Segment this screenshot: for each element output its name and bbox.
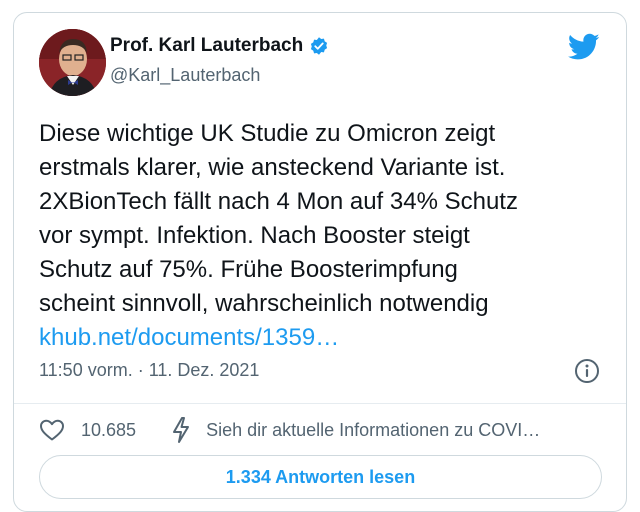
tweet-line: Schutz auf 75%. Frühe Boosterimpfung [39, 256, 458, 283]
tweet-text: Diese wichtige UK Studie zu Omicron zeig… [39, 117, 614, 355]
tweet-link[interactable]: khub.net/documents/1359… [39, 324, 339, 351]
divider [14, 403, 626, 404]
tweet-line: vor sympt. Infektion. Nach Booster steig… [39, 222, 470, 249]
tweet-card: Prof. Karl Lauterbach @Karl_Lauterbach D… [13, 12, 627, 512]
tweet-line: 2XBionTech fällt nach 4 Mon auf 34% Schu… [39, 188, 518, 215]
tweet-line: Diese wichtige UK Studie zu Omicron zeig… [39, 120, 496, 147]
heart-icon[interactable] [39, 418, 65, 442]
tweet-line: erstmals klarer, wie ansteckend Variante… [39, 154, 506, 181]
tweet-timestamp[interactable]: 11:50 vorm. · 11. Dez. 2021 [39, 360, 259, 381]
read-replies-button[interactable]: 1.334 Antworten lesen [39, 455, 602, 499]
verified-badge-icon [309, 36, 329, 56]
author-handle[interactable]: @Karl_Lauterbach [110, 65, 260, 86]
avatar[interactable] [39, 29, 106, 96]
action-bar: 10.685 Sieh dir aktuelle Informationen z… [39, 415, 600, 445]
covid-info-link[interactable]: Sieh dir aktuelle Informationen zu COVI… [206, 420, 540, 441]
tweet-line: scheint sinnvoll, wahrscheinlich notwend… [39, 290, 489, 317]
info-icon[interactable] [574, 358, 600, 384]
twitter-bird-icon[interactable] [567, 33, 600, 61]
like-count[interactable]: 10.685 [81, 420, 136, 441]
author-name[interactable]: Prof. Karl Lauterbach [110, 35, 303, 57]
lightning-icon [170, 416, 192, 444]
